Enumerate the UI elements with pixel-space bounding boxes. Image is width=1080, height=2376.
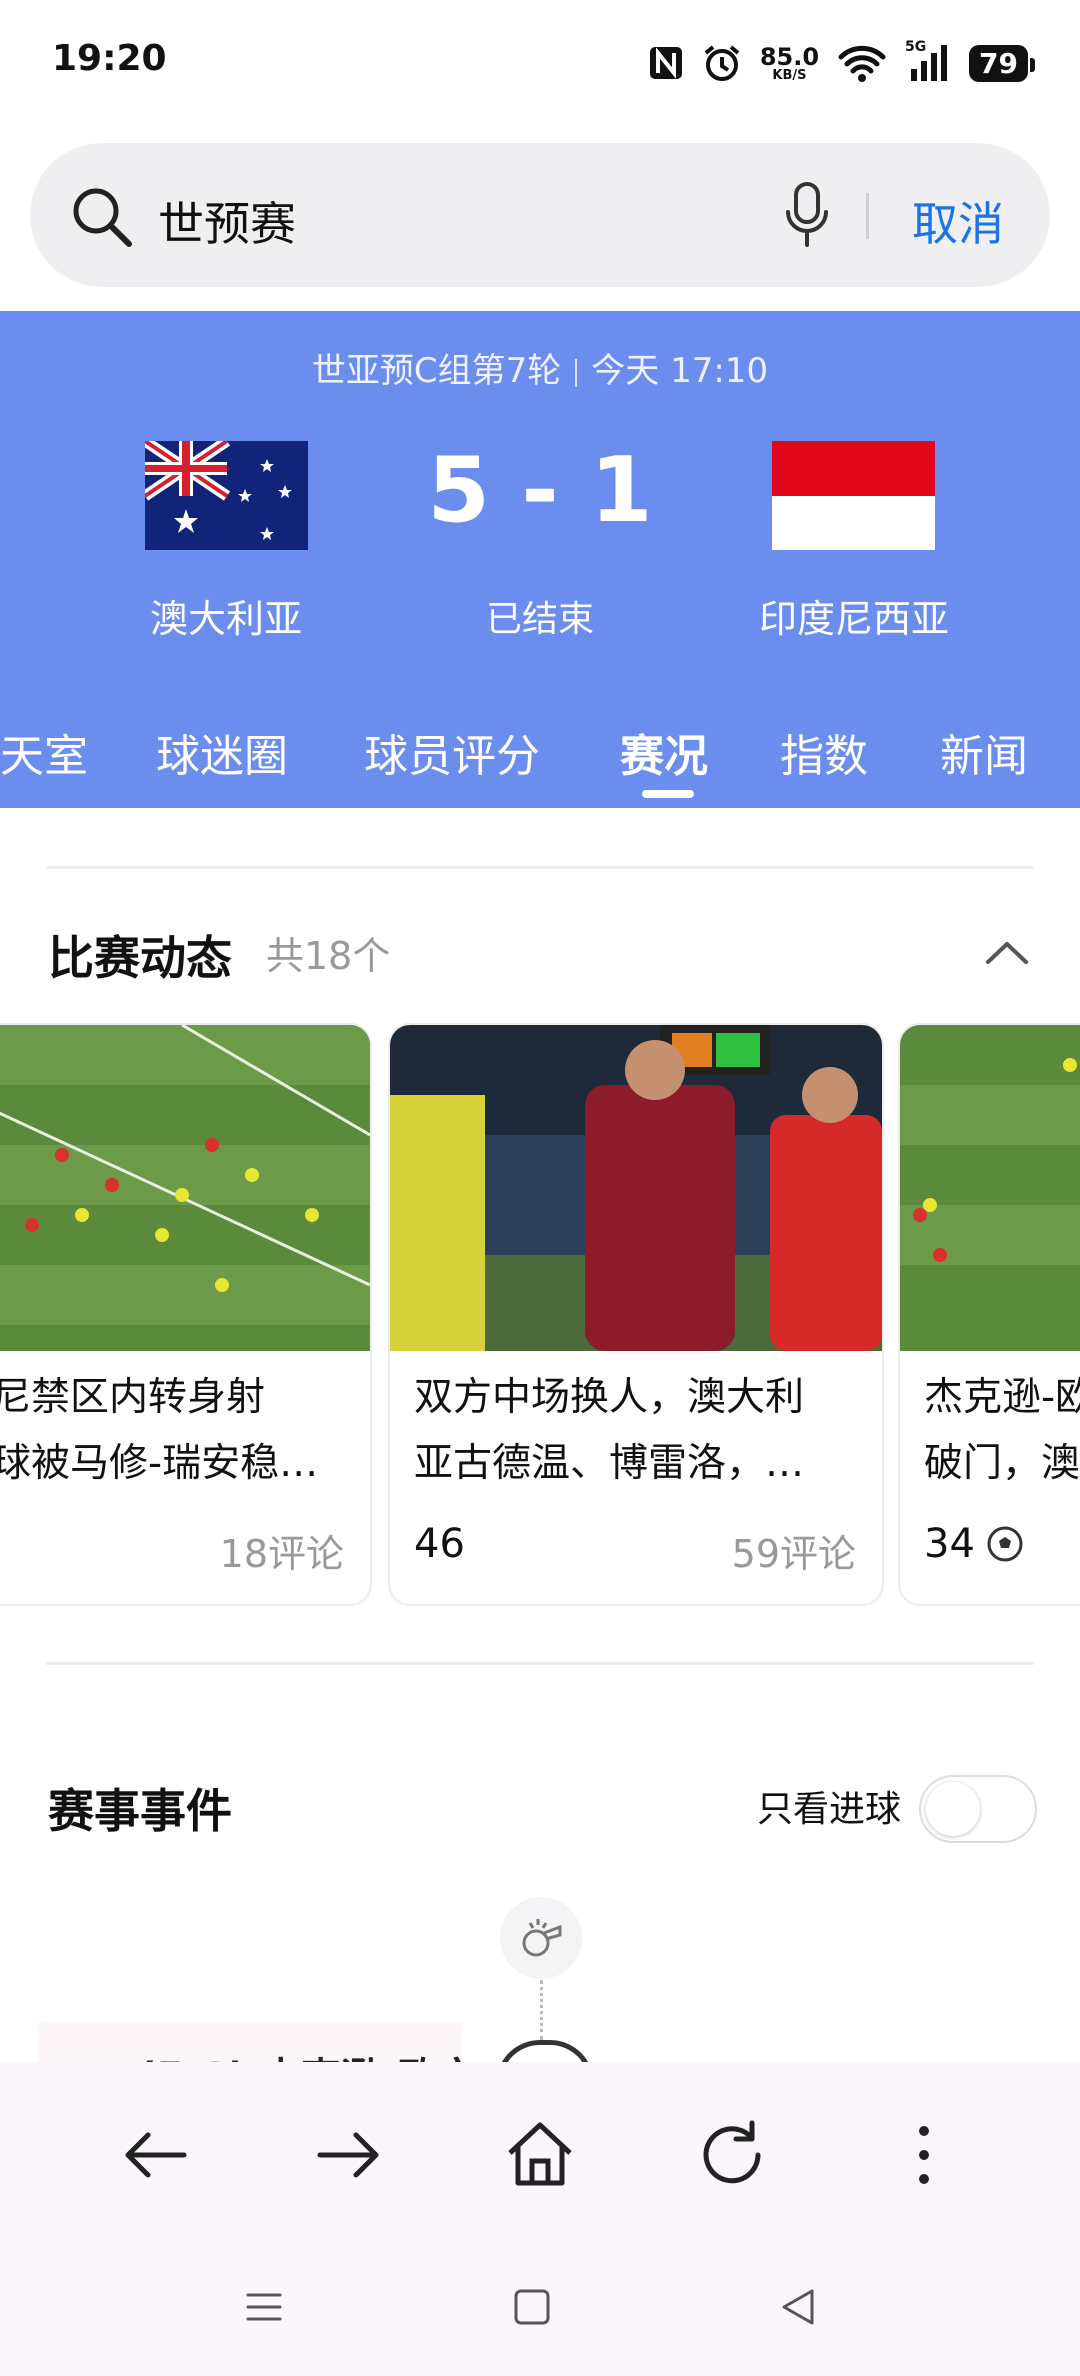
search-icon xyxy=(73,188,132,247)
indonesia-flag-icon[interactable] xyxy=(772,441,935,550)
refresh-icon[interactable] xyxy=(694,2117,770,2193)
tab-odds[interactable]: 指数 xyxy=(780,720,868,784)
network-type: 5G xyxy=(905,39,927,55)
recent-apps-icon[interactable] xyxy=(242,2285,286,2329)
search-input[interactable]: 世预赛 xyxy=(158,188,296,254)
alarm-icon xyxy=(702,43,742,83)
tab-news[interactable]: 新闻 xyxy=(940,720,1028,784)
match-info: 世亚预C组第7轮 今天 17:10 xyxy=(0,343,1080,392)
whistle-icon xyxy=(522,1919,562,1957)
net-speed-value: 85.0 xyxy=(759,42,820,71)
card-like-count: 46 xyxy=(414,1521,465,1567)
home-button-icon[interactable] xyxy=(510,2285,554,2329)
match-score: 5 - 1 xyxy=(427,438,653,543)
back-arrow-icon[interactable] xyxy=(118,2117,194,2193)
section-divider xyxy=(46,866,1034,869)
football-icon xyxy=(987,1526,1023,1562)
nfc-icon xyxy=(648,45,684,81)
card-title-line2: 破门，澳 xyxy=(924,1441,1080,1486)
signal-icon: 5G xyxy=(905,39,951,83)
status-time: 19:20 xyxy=(52,38,167,79)
tab-bar: 天室 球迷圈 球员评分 赛况 指数 新闻 xyxy=(0,720,1080,808)
australia-flag-icon[interactable] xyxy=(145,441,308,550)
card-comment-count: 18评论 xyxy=(219,1532,344,1576)
events-title: 赛事事件 xyxy=(48,1784,232,1838)
active-tab-indicator xyxy=(642,790,694,798)
home-team-name[interactable]: 澳大利亚 xyxy=(76,588,376,643)
chevron-up-icon[interactable] xyxy=(984,934,1030,968)
card-title-line2: 亚古德温、博雷洛，… xyxy=(414,1441,805,1486)
info-separator xyxy=(575,358,578,387)
dynamics-card[interactable]: 双方中场换人，澳大利 亚古德温、博雷洛，… 46 59评论 xyxy=(388,1023,884,1606)
section-divider xyxy=(46,1662,1034,1665)
more-options-icon[interactable] xyxy=(886,2117,962,2193)
net-speed-unit: KB/S xyxy=(772,67,807,83)
tab-chatroom[interactable]: 天室 xyxy=(0,720,88,784)
card-title-line2: 球被马修-瑞安稳… xyxy=(0,1441,319,1486)
timeline-line xyxy=(540,1980,543,2040)
search-divider xyxy=(866,193,869,239)
tab-player-ratings[interactable]: 球员评分 xyxy=(364,720,540,784)
cancel-button[interactable]: 取消 xyxy=(912,188,1004,254)
card-video-thumbnail xyxy=(900,1025,1080,1351)
card-title-line1: 双方中场换人，澳大利 xyxy=(414,1375,805,1420)
forward-arrow-icon[interactable] xyxy=(310,2117,386,2193)
dynamics-card[interactable]: 尼禁区内转身射 球被马修-瑞安稳… 18评论 xyxy=(0,1023,372,1606)
card-comment-count: 59评论 xyxy=(731,1532,856,1576)
card-like-count: 34 xyxy=(924,1521,975,1567)
net-speed: 85.0 KB/S xyxy=(760,45,819,82)
tab-live-status[interactable]: 赛况 xyxy=(620,720,708,784)
card-title-line1: 杰克逊-欧 xyxy=(924,1375,1080,1420)
competition-round: 世亚预C组第7轮 xyxy=(311,351,562,391)
dynamics-title: 比赛动态 xyxy=(48,931,232,985)
away-team-name[interactable]: 印度尼西亚 xyxy=(704,588,1004,643)
match-time: 今天 17:10 xyxy=(591,351,769,391)
wifi-icon xyxy=(837,43,887,83)
goals-only-label: 只看进球 xyxy=(757,1789,902,1830)
tab-fan-circle[interactable]: 球迷圈 xyxy=(156,720,288,784)
dynamics-card[interactable]: 杰克逊-欧 破门，澳 34 xyxy=(898,1023,1080,1606)
card-video-thumbnail xyxy=(0,1025,370,1351)
microphone-icon[interactable] xyxy=(782,180,832,250)
dynamics-count: 共18个 xyxy=(266,934,391,978)
card-video-thumbnail xyxy=(390,1025,882,1351)
card-title-line1: 尼禁区内转身射 xyxy=(0,1375,266,1420)
battery-icon: 79 xyxy=(969,44,1035,82)
match-status: 已结束 xyxy=(485,599,594,640)
system-back-icon[interactable] xyxy=(776,2285,820,2329)
toggle-knob[interactable] xyxy=(926,1782,980,1836)
home-icon[interactable] xyxy=(502,2117,578,2193)
status-icons: 85.0 KB/S 5G 79 xyxy=(648,38,1035,88)
